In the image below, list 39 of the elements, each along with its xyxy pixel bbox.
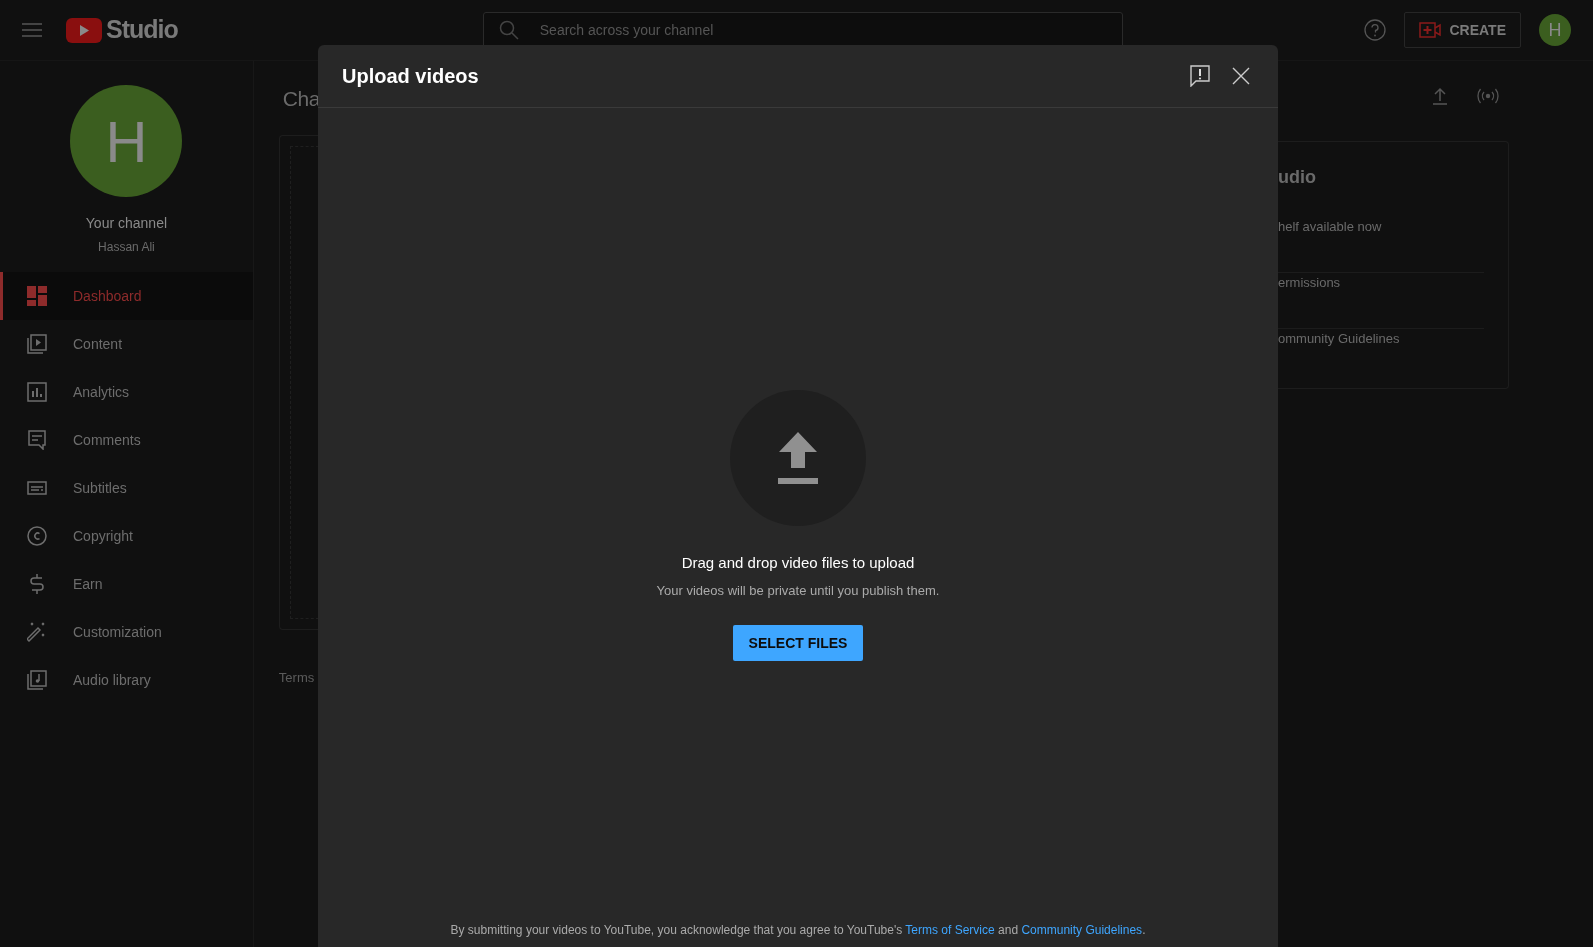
upload-arrow-icon xyxy=(778,432,818,484)
search-icon xyxy=(498,19,519,40)
card-title: udio xyxy=(1278,166,1317,189)
dialog-title: Upload videos xyxy=(342,64,479,88)
card-item[interactable]: ommunity Guidelines xyxy=(1278,329,1484,385)
play-logo-icon[interactable] xyxy=(66,17,102,43)
sidebar-item[interactable]: Comments xyxy=(0,416,253,464)
sidebar-item[interactable]: Content xyxy=(0,320,253,368)
subtitles-icon xyxy=(27,480,47,496)
policy-link[interactable]: Terms of Service xyxy=(905,923,995,937)
music-library-icon xyxy=(27,670,47,690)
live-broadcast-icon[interactable] xyxy=(1475,88,1500,104)
video-add-icon xyxy=(1419,22,1442,38)
create-button[interactable]: CREATE xyxy=(1404,12,1521,48)
drop-instructions: Drag and drop video files to upload xyxy=(681,553,915,573)
channel-avatar[interactable]: H xyxy=(70,85,183,197)
sidebar-item[interactable]: Copyright xyxy=(0,512,253,560)
dollar-icon xyxy=(30,573,44,595)
bar-chart-icon xyxy=(27,382,47,402)
sidebar-item[interactable]: Analytics xyxy=(0,368,253,416)
video-library-icon xyxy=(27,334,47,354)
sidebar-item[interactable]: Customization xyxy=(0,608,253,656)
consent-notice: By submitting your videos to YouTube, you acknowledge that you agree to YouTube's Terms of Service and Community Guidelines. xyxy=(450,922,1146,939)
sidebar-item[interactable]: Earn xyxy=(0,560,253,608)
magic-wand-icon xyxy=(27,622,47,642)
copyright-icon xyxy=(27,526,47,546)
upload-icon[interactable] xyxy=(1431,87,1448,105)
logo-text[interactable]: Studio xyxy=(106,11,178,49)
privacy-note: Your videos will be private until you publish them. xyxy=(656,581,940,600)
select-files-button[interactable]: SELECT FILES xyxy=(732,625,864,661)
sidebar-item[interactable]: Audio library xyxy=(0,656,253,704)
channel-name: Hassan Ali xyxy=(98,239,155,256)
comment-icon xyxy=(27,430,47,450)
sidebar-item[interactable]: Subtitles xyxy=(0,464,253,512)
avatar[interactable]: H xyxy=(1539,14,1571,46)
sidebar-item[interactable]: Dashboard xyxy=(0,272,253,320)
channel-label: Your channel xyxy=(85,214,168,233)
dashboard-icon xyxy=(27,286,47,306)
help-icon[interactable] xyxy=(1364,19,1387,41)
